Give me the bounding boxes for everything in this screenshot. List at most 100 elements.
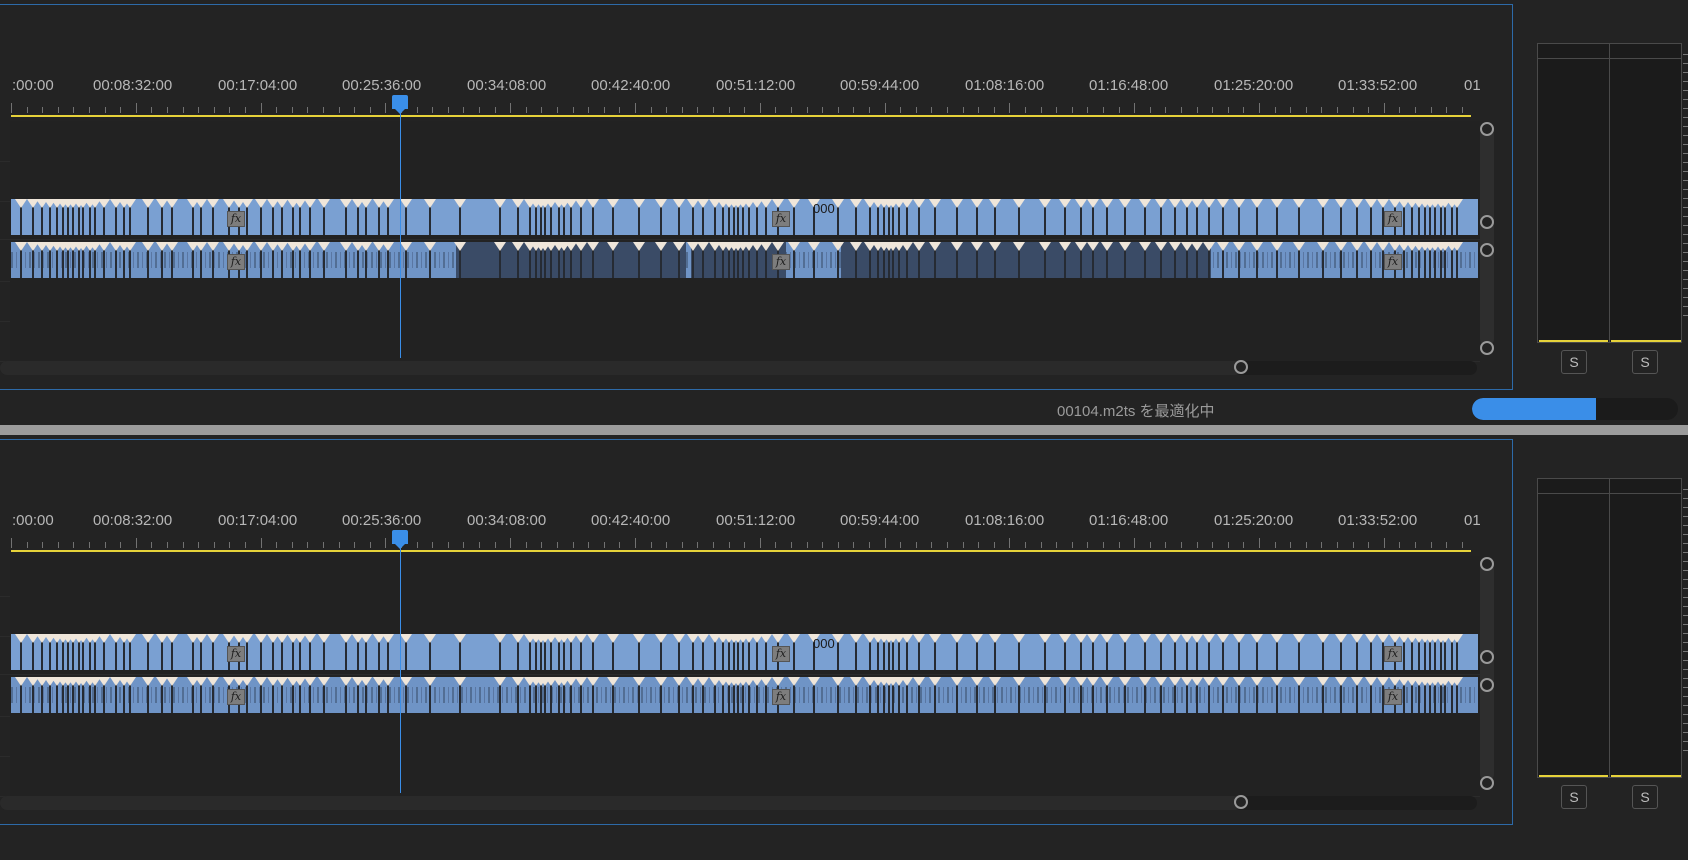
transition-marker-icon[interactable] [1059, 242, 1071, 251]
transition-marker-icon[interactable] [304, 677, 316, 686]
transition-marker-icon[interactable] [1365, 242, 1377, 251]
fx-badge-icon[interactable]: fx [772, 646, 790, 662]
transition-marker-icon[interactable] [951, 199, 963, 208]
transition-marker-icon[interactable] [655, 242, 667, 251]
transition-marker-icon[interactable] [1203, 634, 1215, 643]
track-row[interactable] [10, 321, 1480, 362]
transition-marker-icon[interactable] [340, 199, 352, 208]
scroll-knob-icon[interactable] [1234, 360, 1248, 374]
transition-marker-icon[interactable] [382, 199, 394, 208]
transition-marker-icon[interactable] [697, 634, 709, 643]
horizontal-scroll-thumb[interactable] [0, 796, 1242, 810]
track-header[interactable] [0, 201, 10, 240]
transition-marker-icon[interactable] [241, 634, 253, 643]
transition-marker-icon[interactable] [1059, 634, 1071, 643]
transition-marker-icon[interactable] [989, 677, 1001, 686]
transition-marker-icon[interactable] [340, 677, 352, 686]
transition-marker-icon[interactable] [1217, 634, 1229, 643]
transition-marker-icon[interactable] [1217, 677, 1229, 686]
transition-marker-icon[interactable] [1087, 634, 1099, 643]
transition-marker-icon[interactable] [494, 677, 506, 686]
transition-marker-icon[interactable] [360, 634, 372, 643]
transition-marker-icon[interactable] [304, 199, 316, 208]
track-header[interactable] [0, 756, 10, 797]
transition-marker-icon[interactable] [195, 677, 207, 686]
fx-badge-icon[interactable]: fx [227, 211, 245, 227]
transition-marker-icon[interactable] [1293, 242, 1305, 251]
scroll-knob-icon[interactable] [1480, 243, 1494, 257]
track-header[interactable] [0, 716, 10, 757]
transition-marker-icon[interactable] [360, 199, 372, 208]
transition-marker-icon[interactable] [989, 199, 1001, 208]
transition-marker-icon[interactable] [142, 677, 154, 686]
fx-badge-icon[interactable]: fx [1384, 689, 1402, 705]
work-area-bar[interactable] [11, 550, 1471, 552]
transition-marker-icon[interactable] [1059, 199, 1071, 208]
track-row[interactable] [10, 596, 1480, 637]
horizontal-scroll-thumb[interactable] [0, 361, 1242, 375]
transition-marker-icon[interactable] [929, 242, 941, 251]
transition-marker-icon[interactable] [929, 199, 941, 208]
transition-marker-icon[interactable] [15, 634, 27, 643]
transition-marker-icon[interactable] [913, 199, 925, 208]
transition-marker-icon[interactable] [913, 242, 925, 251]
transition-marker-icon[interactable] [340, 242, 352, 251]
transition-marker-icon[interactable] [832, 242, 844, 251]
transition-marker-icon[interactable] [1139, 677, 1151, 686]
vertical-scrollbar[interactable] [1480, 126, 1494, 346]
transition-marker-icon[interactable] [989, 634, 1001, 643]
transition-marker-icon[interactable] [124, 634, 136, 643]
transition-marker-icon[interactable] [673, 677, 685, 686]
transition-marker-icon[interactable] [772, 199, 784, 208]
audio-clip-strip[interactable]: fx fx fx [11, 677, 1478, 713]
fx-badge-icon[interactable]: fx [227, 646, 245, 662]
transition-marker-icon[interactable] [1169, 242, 1181, 251]
transition-marker-icon[interactable] [1365, 634, 1377, 643]
transition-marker-icon[interactable] [1293, 199, 1305, 208]
transition-marker-icon[interactable] [1377, 677, 1389, 686]
transition-marker-icon[interactable] [1087, 242, 1099, 251]
transition-marker-icon[interactable] [901, 634, 913, 643]
transition-marker-icon[interactable] [1233, 677, 1245, 686]
transition-marker-icon[interactable] [832, 677, 844, 686]
track-header[interactable] [0, 556, 10, 597]
track-header[interactable] [0, 678, 10, 717]
transition-marker-icon[interactable] [1139, 199, 1151, 208]
transition-marker-icon[interactable] [255, 199, 267, 208]
solo-right-button[interactable]: S [1632, 785, 1658, 809]
transition-marker-icon[interactable] [1293, 677, 1305, 686]
transition-marker-icon[interactable] [241, 677, 253, 686]
transition-marker-icon[interactable] [901, 199, 913, 208]
transition-marker-icon[interactable] [1377, 199, 1389, 208]
playhead-icon[interactable] [392, 95, 408, 114]
solo-left-button[interactable]: S [1561, 350, 1587, 374]
transition-marker-icon[interactable] [124, 677, 136, 686]
scroll-knob-icon[interactable] [1480, 215, 1494, 229]
transition-marker-icon[interactable] [655, 634, 667, 643]
transition-marker-icon[interactable] [1293, 634, 1305, 643]
transition-marker-icon[interactable] [655, 199, 667, 208]
transition-marker-icon[interactable] [1251, 677, 1263, 686]
transition-marker-icon[interactable] [1169, 199, 1181, 208]
transition-marker-icon[interactable] [255, 242, 267, 251]
transition-marker-icon[interactable] [304, 242, 316, 251]
transition-marker-icon[interactable] [166, 242, 178, 251]
horizontal-scrollbar[interactable] [0, 361, 1477, 375]
transition-marker-icon[interactable] [1101, 634, 1113, 643]
transition-marker-icon[interactable] [255, 677, 267, 686]
transition-marker-icon[interactable] [1013, 634, 1025, 643]
transition-marker-icon[interactable] [360, 677, 372, 686]
transition-marker-icon[interactable] [1335, 199, 1347, 208]
transition-marker-icon[interactable] [494, 242, 506, 251]
transition-marker-icon[interactable] [1191, 199, 1203, 208]
vertical-scrollbar[interactable] [1480, 561, 1494, 781]
transition-marker-icon[interactable] [1271, 242, 1283, 251]
transition-marker-icon[interactable] [1039, 634, 1051, 643]
transition-marker-icon[interactable] [424, 677, 436, 686]
transition-marker-icon[interactable] [633, 677, 645, 686]
track-row[interactable] [10, 756, 1480, 797]
transition-marker-icon[interactable] [1451, 199, 1463, 208]
transition-marker-icon[interactable] [424, 242, 436, 251]
transition-marker-icon[interactable] [1233, 242, 1245, 251]
playhead-line[interactable] [400, 544, 401, 793]
